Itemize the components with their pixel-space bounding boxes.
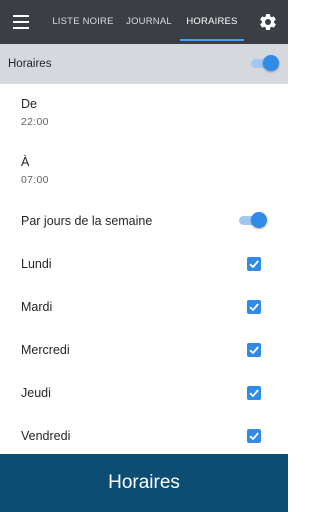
- from-label: De: [21, 97, 37, 111]
- by-weekday-toggle[interactable]: [239, 212, 267, 228]
- footer-bar: Horaires: [0, 454, 288, 512]
- hamburger-menu-icon[interactable]: [10, 12, 32, 32]
- horaires-toggle[interactable]: [251, 55, 279, 71]
- top-app-bar: LISTE NOIRE JOURNAL HORAIRES: [0, 0, 288, 44]
- horaires-section-header: Horaires: [0, 44, 288, 84]
- day-label-mercredi: Mercredi: [21, 343, 70, 357]
- checkbox-jeudi[interactable]: [247, 386, 261, 400]
- checkbox-mardi[interactable]: [247, 300, 261, 314]
- checkbox-lundi[interactable]: [247, 257, 261, 271]
- tab-journal[interactable]: JOURNAL: [122, 0, 176, 44]
- tab-liste-noire[interactable]: LISTE NOIRE: [48, 0, 118, 44]
- day-label-mardi: Mardi: [21, 300, 53, 314]
- tab-horaires[interactable]: HORAIRES: [180, 0, 244, 44]
- by-weekday-label: Par jours de la semaine: [21, 214, 153, 228]
- active-tab-indicator: [180, 39, 244, 41]
- footer-title: Horaires: [108, 472, 180, 493]
- checkbox-mercredi[interactable]: [247, 343, 261, 357]
- day-label-jeudi: Jeudi: [21, 386, 51, 400]
- section-header-label: Horaires: [8, 58, 52, 70]
- from-time[interactable]: 22:00: [21, 116, 49, 128]
- gear-icon[interactable]: [258, 12, 278, 32]
- day-label-lundi: Lundi: [21, 257, 52, 271]
- checkbox-vendredi[interactable]: [247, 429, 261, 443]
- to-time[interactable]: 07:00: [21, 174, 49, 186]
- day-label-vendredi: Vendredi: [21, 429, 71, 443]
- to-label: À: [21, 155, 30, 169]
